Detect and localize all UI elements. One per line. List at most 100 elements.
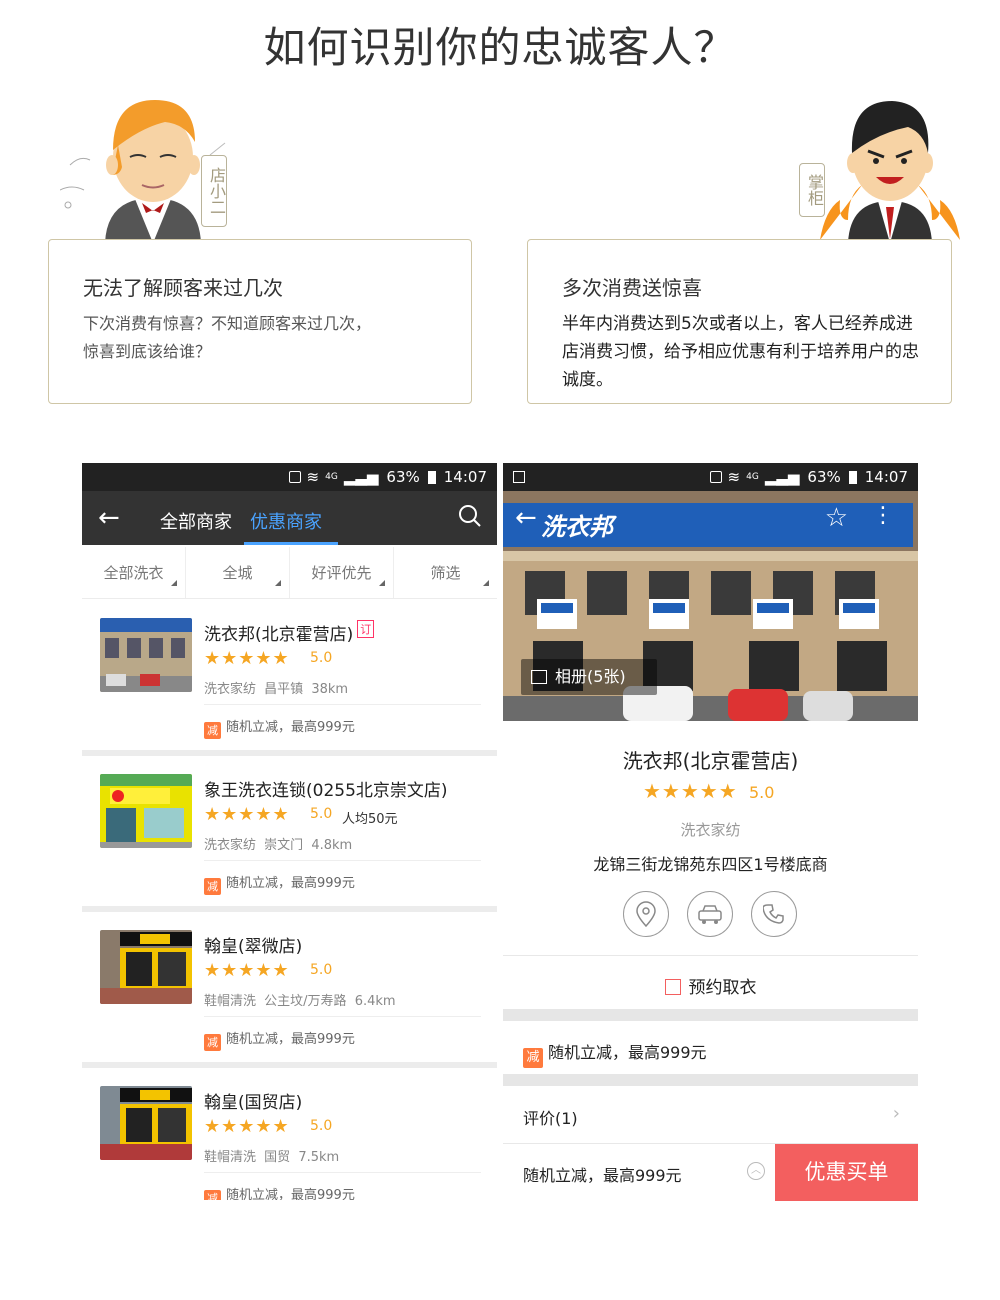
battery-label: 63% bbox=[807, 468, 841, 486]
filter-area[interactable]: 全城 bbox=[186, 547, 290, 598]
booking-row[interactable]: 预约取衣 bbox=[503, 973, 918, 998]
merchant-distance: 4.8km bbox=[311, 838, 353, 853]
time-label: 14:07 bbox=[443, 468, 487, 486]
rating-score: 5.0 bbox=[310, 806, 333, 822]
merchant-thumbnail bbox=[100, 774, 192, 848]
signal-icon: ▂▃▅ bbox=[764, 468, 800, 486]
left-info-card: 无法了解顾客来过几次 下次消费有惊喜？不知道顾客来过几次， 惊喜到底该给谁？ bbox=[48, 239, 472, 404]
page: 如何识别你的忠诚客人？ 店小二 掌柜 无法了解顾客来过几次 下次消费有惊喜？不知… bbox=[0, 0, 1000, 1300]
booking-label: 预约取衣 bbox=[688, 978, 757, 998]
right-card-line: 诚度。 bbox=[562, 370, 613, 390]
merchant-meta: 鞋帽清洗 国贸 7.5km bbox=[204, 1146, 339, 1165]
rating-stars: ★★★★★ bbox=[643, 779, 738, 803]
active-tab-indicator bbox=[244, 542, 338, 545]
time-label: 14:07 bbox=[864, 468, 908, 486]
store-name: 洗衣邦(北京霍营店) bbox=[622, 749, 799, 773]
promo-text: 随机立减，最高999元 bbox=[548, 1043, 707, 1062]
filter-sort[interactable]: 好评优先 bbox=[290, 547, 394, 598]
battery-label: 63% bbox=[386, 468, 420, 486]
picture-icon bbox=[531, 670, 547, 684]
filter-label: 好评优先 bbox=[311, 564, 372, 582]
status-icons: ≋ 4G ▂▃▅ bbox=[288, 468, 378, 486]
promo-row: 减随机立减，最高999元 bbox=[523, 1039, 707, 1068]
merchant-meta: 洗衣家纺 崇文门 4.8km bbox=[204, 834, 352, 853]
divider bbox=[204, 860, 481, 861]
dropdown-triangle-icon bbox=[275, 580, 281, 586]
store-address: 龙锦三街龙锦苑东四区1号楼底商 bbox=[593, 855, 828, 874]
store-detail: 洗衣邦(北京霍营店) ★★★★★ 5.0 洗衣家纺 龙锦三街龙锦苑东四区1号楼底… bbox=[503, 721, 918, 1201]
promo-line: 减随机立减，最高999元 bbox=[204, 872, 355, 895]
section-gap bbox=[503, 1074, 918, 1086]
status-bar-left: ≋ 4G ▂▃▅ 63% 14:07 bbox=[82, 463, 497, 491]
status-icons: ≋ 4G ▂▃▅ bbox=[709, 468, 800, 486]
phone-icon[interactable] bbox=[751, 891, 797, 937]
merchant-list: 洗衣邦(北京霍营店) 订 ★★★★★ 5.0 洗衣家纺 昌平镇 38km 减随机立… bbox=[82, 600, 497, 1200]
left-card-title: 无法了解顾客来过几次 bbox=[83, 276, 283, 300]
more-menu-icon[interactable]: ⋮ bbox=[872, 503, 894, 528]
divider bbox=[503, 955, 918, 956]
gallery-notification-icon bbox=[513, 471, 525, 483]
bottom-bar: 随机立减，最高999元 ︿ 优惠买单 bbox=[503, 1143, 918, 1201]
page-heading: 如何识别你的忠诚客人？ bbox=[263, 23, 737, 72]
taxi-icon[interactable] bbox=[687, 891, 733, 937]
rating-score: 5.0 bbox=[310, 1118, 333, 1134]
filter-category[interactable]: 全部洗衣 bbox=[82, 547, 186, 598]
merchant-area: 公主坟/万寿路 bbox=[264, 994, 347, 1009]
merchant-distance: 6.4km bbox=[354, 994, 396, 1009]
boss-tag: 掌柜 bbox=[799, 163, 825, 217]
merchant-thumbnail bbox=[100, 1086, 192, 1160]
merchant-category: 鞋帽清洗 bbox=[204, 1150, 257, 1165]
merchant-name: 洗衣邦(北京霍营店) 订 bbox=[204, 620, 375, 645]
tab-discount-merchants[interactable]: 优惠商家 bbox=[250, 508, 322, 534]
dropdown-triangle-icon bbox=[483, 580, 489, 586]
tab-all-merchants[interactable]: 全部商家 bbox=[160, 508, 232, 534]
back-arrow-icon[interactable]: ← bbox=[515, 503, 537, 533]
merchant-list-item[interactable]: 翰皇(国贸店) ★★★★★ 5.0 鞋帽清洗 国贸 7.5km 减随机立减，最高… bbox=[82, 1068, 497, 1200]
back-arrow-icon[interactable]: ← bbox=[98, 503, 120, 533]
calendar-check-icon bbox=[664, 979, 681, 995]
network-label: 4G bbox=[746, 472, 759, 482]
filter-more[interactable]: 筛选 bbox=[394, 547, 497, 598]
chevron-up-icon[interactable]: ︿ bbox=[747, 1162, 765, 1180]
filter-label: 筛选 bbox=[430, 564, 461, 582]
star-favorite-icon[interactable]: ☆ bbox=[825, 503, 848, 533]
merchant-distance: 38km bbox=[311, 682, 349, 697]
filter-bar: 全部洗衣 全城 好评优先 筛选 bbox=[82, 547, 497, 599]
discount-pay-button[interactable]: 优惠买单 bbox=[775, 1144, 918, 1201]
discount-icon: 减 bbox=[204, 1190, 221, 1200]
merchant-area: 国贸 bbox=[264, 1150, 291, 1165]
promo-text: 随机立减，最高999元 bbox=[226, 1032, 355, 1047]
filter-label: 全部洗衣 bbox=[103, 564, 164, 582]
divider bbox=[204, 704, 481, 705]
rating-score: 5.0 bbox=[749, 783, 775, 802]
right-card-title: 多次消费送惊喜 bbox=[562, 276, 702, 300]
dropdown-triangle-icon bbox=[171, 580, 177, 586]
album-button[interactable]: 相册(5张) bbox=[521, 659, 657, 695]
merchant-category: 鞋帽清洗 bbox=[204, 994, 257, 1009]
nfc-icon bbox=[288, 471, 301, 483]
nfc-icon bbox=[709, 471, 722, 483]
merchant-name: 翰皇(翠微店) bbox=[204, 937, 303, 957]
promo-text: 随机立减，最高999元 bbox=[226, 720, 355, 735]
rating-stars: ★★★★★ bbox=[204, 648, 290, 669]
search-icon[interactable] bbox=[457, 503, 483, 533]
status-bar-right: ≋ 4G ▂▃▅ 63% 14:07 bbox=[503, 463, 918, 491]
merchant-distance: 7.5km bbox=[298, 1150, 340, 1165]
merchant-category: 洗衣家纺 bbox=[204, 682, 257, 697]
dropdown-triangle-icon bbox=[379, 580, 385, 586]
discount-icon: 减 bbox=[204, 1034, 221, 1051]
store-photo[interactable]: 洗衣邦 ← ☆ ⋮ 相册(5张) bbox=[503, 491, 918, 721]
merchant-list-item[interactable]: 翰皇(翠微店) ★★★★★ 5.0 鞋帽清洗 公主坟/万寿路 6.4km 减随机… bbox=[82, 912, 497, 1068]
chevron-right-icon[interactable]: › bbox=[893, 1103, 900, 1124]
promo-text: 随机立减，最高999元 bbox=[226, 1188, 355, 1200]
right-info-card: 多次消费送惊喜 半年内消费达到5次或者以上，客人已经养成进 店消费习惯，给予相应… bbox=[527, 239, 952, 404]
merchant-name: 象王洗衣连锁(0255北京崇文店) bbox=[204, 781, 448, 801]
merchant-list-item[interactable]: 洗衣邦(北京霍营店) 订 ★★★★★ 5.0 洗衣家纺 昌平镇 38km 减随机立… bbox=[82, 600, 497, 756]
section-gap bbox=[503, 1009, 918, 1021]
wifi-icon: ≋ bbox=[306, 468, 320, 486]
right-card-line: 店消费习惯，给予相应优惠有利于培养用户的忠 bbox=[562, 342, 919, 362]
review-label[interactable]: 评价(1) bbox=[523, 1105, 578, 1129]
merchant-list-item[interactable]: 象王洗衣连锁(0255北京崇文店) ★★★★★ 5.0 人均50元 洗衣家纺 崇… bbox=[82, 756, 497, 912]
rating-stars: ★★★★★ bbox=[204, 1116, 290, 1137]
location-icon[interactable] bbox=[623, 891, 669, 937]
